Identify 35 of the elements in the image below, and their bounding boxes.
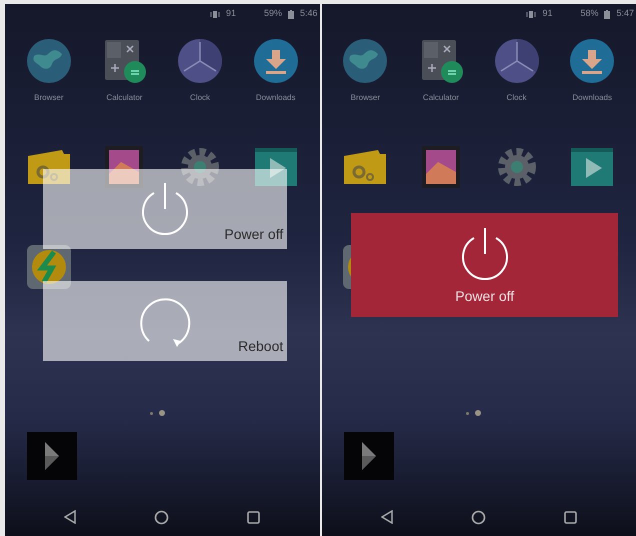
app-label: Clock: [506, 92, 527, 104]
volume-level: 91: [226, 7, 236, 20]
app-label: Browser: [34, 92, 64, 104]
download-icon: [252, 38, 299, 84]
recents-icon[interactable]: [247, 510, 260, 524]
volume-level: 91: [542, 7, 552, 20]
play-store-icon[interactable]: [344, 432, 394, 480]
globe-icon: [342, 38, 388, 84]
app-label: Calculator: [106, 92, 142, 104]
back-icon[interactable]: [64, 510, 76, 524]
play-store-icon[interactable]: [27, 432, 77, 480]
battery-icon: [604, 10, 610, 18]
clock-icon: [177, 38, 224, 84]
vibrate-icon: [526, 10, 536, 18]
clock-time: 5:46: [300, 7, 318, 20]
app-label: Downloads: [256, 92, 296, 104]
app-label: Downloads: [572, 92, 612, 104]
lightning-app-icon: [26, 244, 72, 290]
app-label: Calculator: [422, 92, 459, 104]
power-menu-option[interactable]: Power off: [351, 213, 618, 317]
app-label: Browser: [350, 92, 380, 104]
back-icon[interactable]: [380, 510, 393, 524]
download-icon: [569, 38, 616, 84]
clock-time: 5:47: [616, 7, 634, 20]
power-menu-option[interactable]: Power off: [43, 169, 288, 249]
vibrate-icon: [210, 10, 220, 18]
clock-icon: [494, 38, 540, 84]
recents-icon[interactable]: [564, 510, 577, 524]
battery-percent: 58%: [580, 7, 598, 20]
app-label: Clock: [190, 92, 210, 104]
home-icon[interactable]: [470, 510, 486, 524]
battery-percent: 59%: [264, 7, 282, 20]
home-icon[interactable]: [154, 510, 170, 524]
power-menu-option[interactable]: Reboot: [43, 281, 288, 361]
globe-icon: [26, 38, 72, 84]
